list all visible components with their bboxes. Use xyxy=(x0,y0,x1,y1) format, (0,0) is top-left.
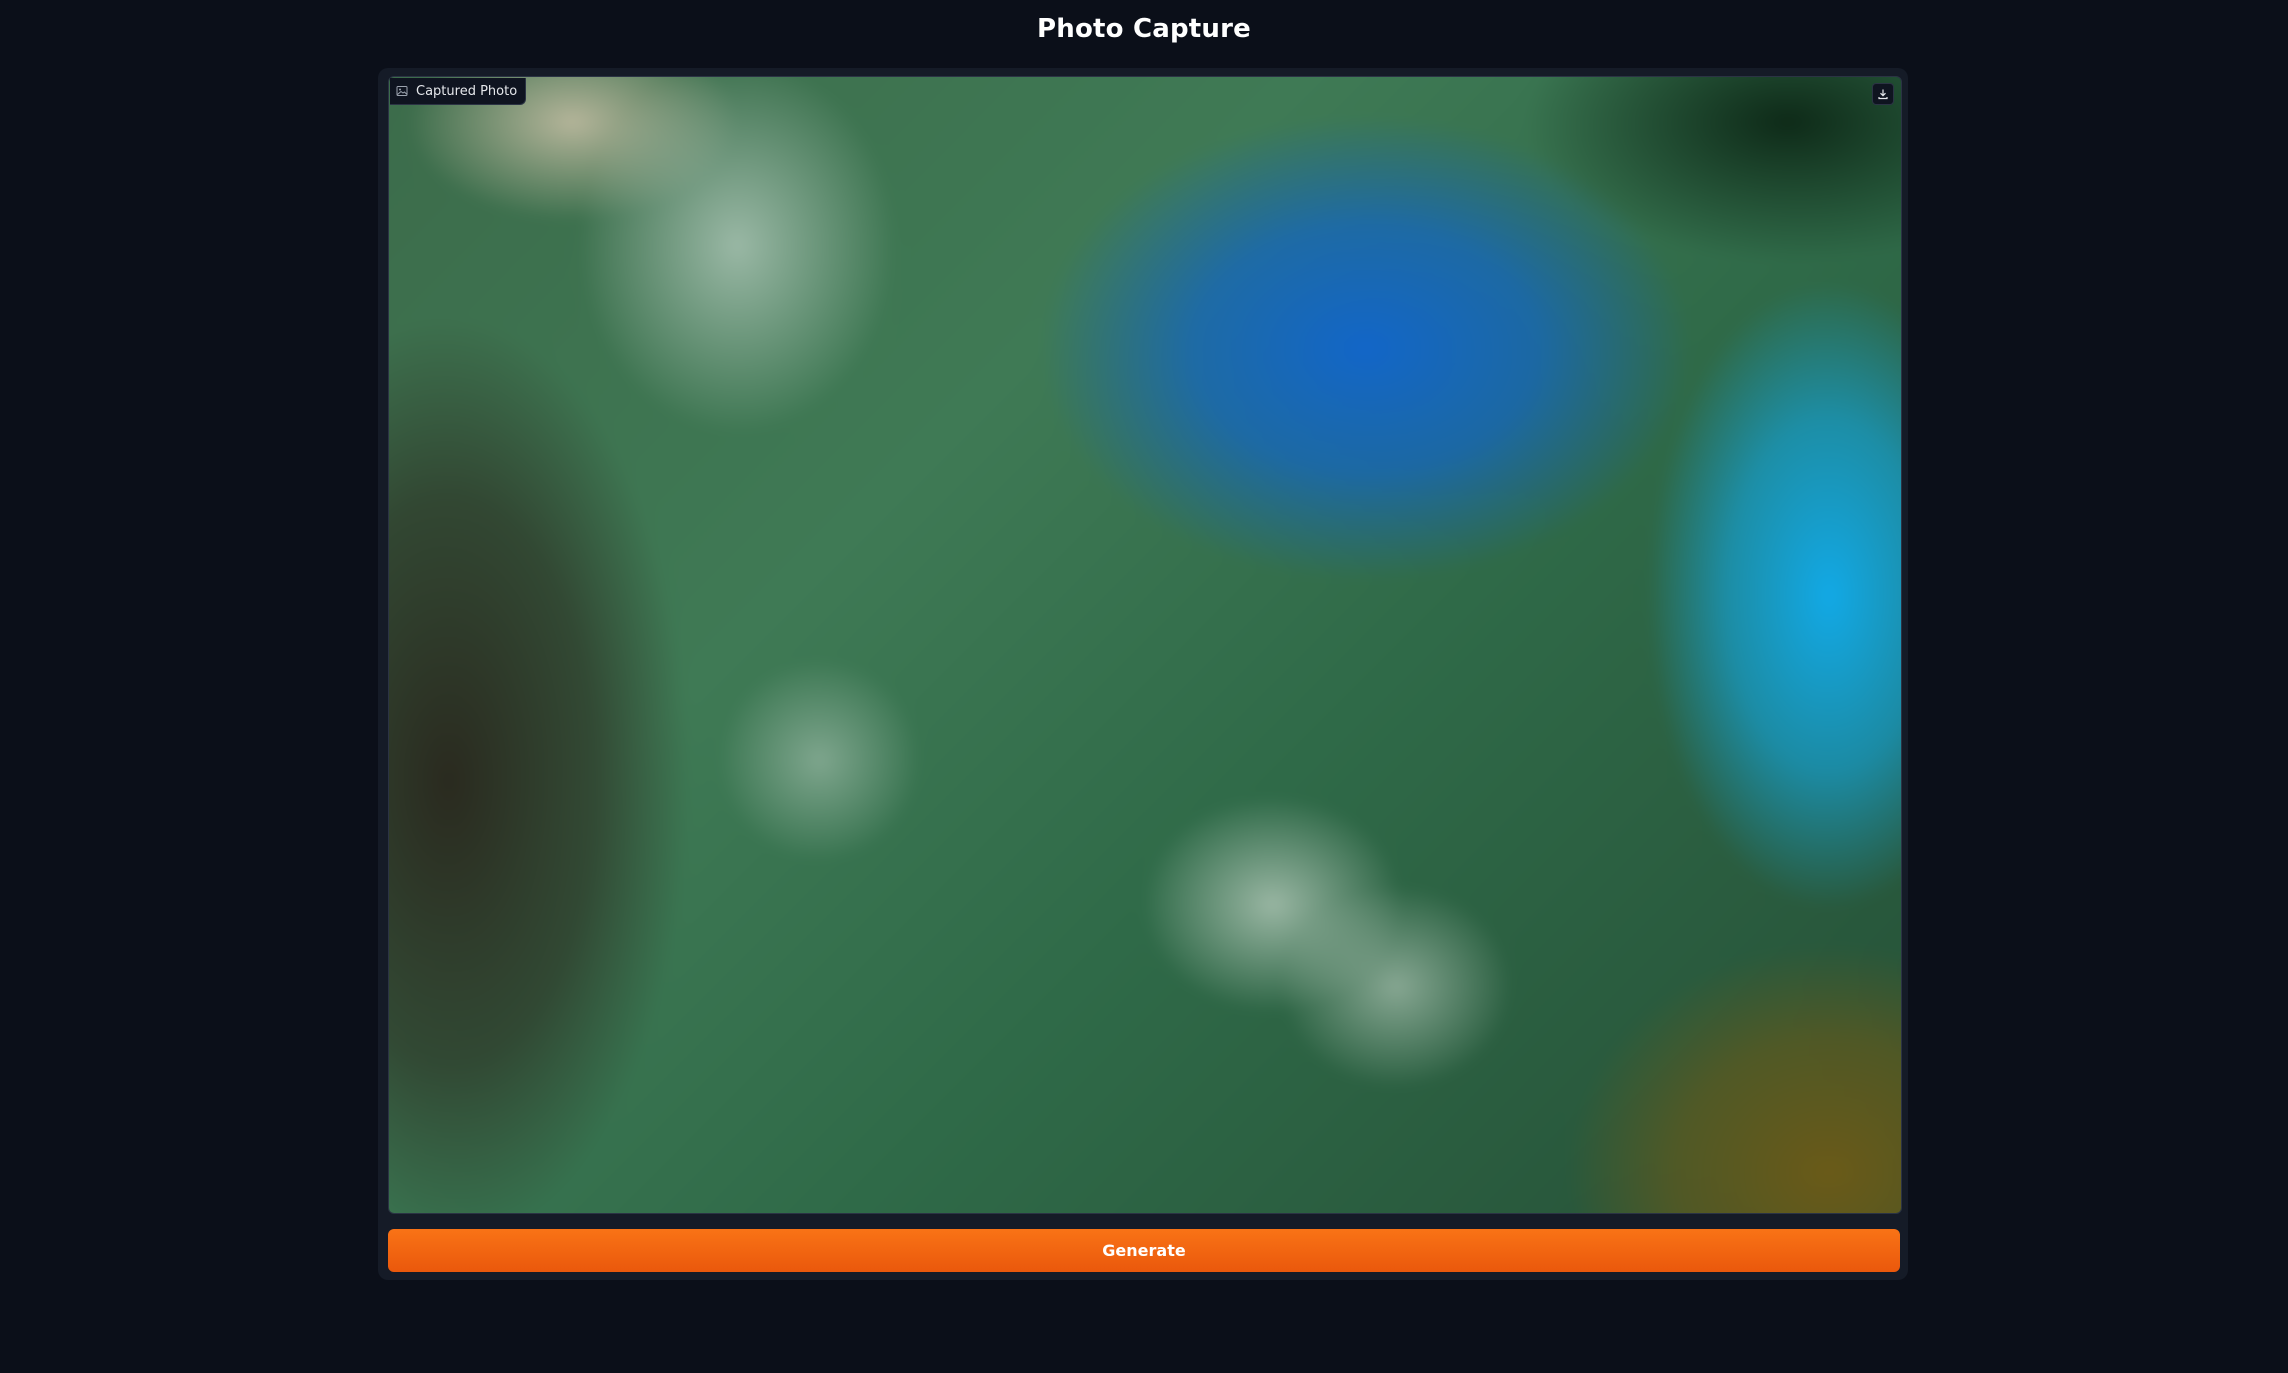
generate-button[interactable]: Generate xyxy=(388,1229,1900,1272)
captured-photo-frame xyxy=(388,76,1902,1214)
captured-photo xyxy=(389,77,1901,1213)
image-label-text: Captured Photo xyxy=(416,83,518,99)
page-title: Photo Capture xyxy=(1036,14,1251,44)
image-label: Captured Photo xyxy=(390,78,527,105)
download-icon xyxy=(1877,88,1889,100)
image-icon xyxy=(396,85,408,97)
download-button[interactable] xyxy=(1872,83,1894,105)
